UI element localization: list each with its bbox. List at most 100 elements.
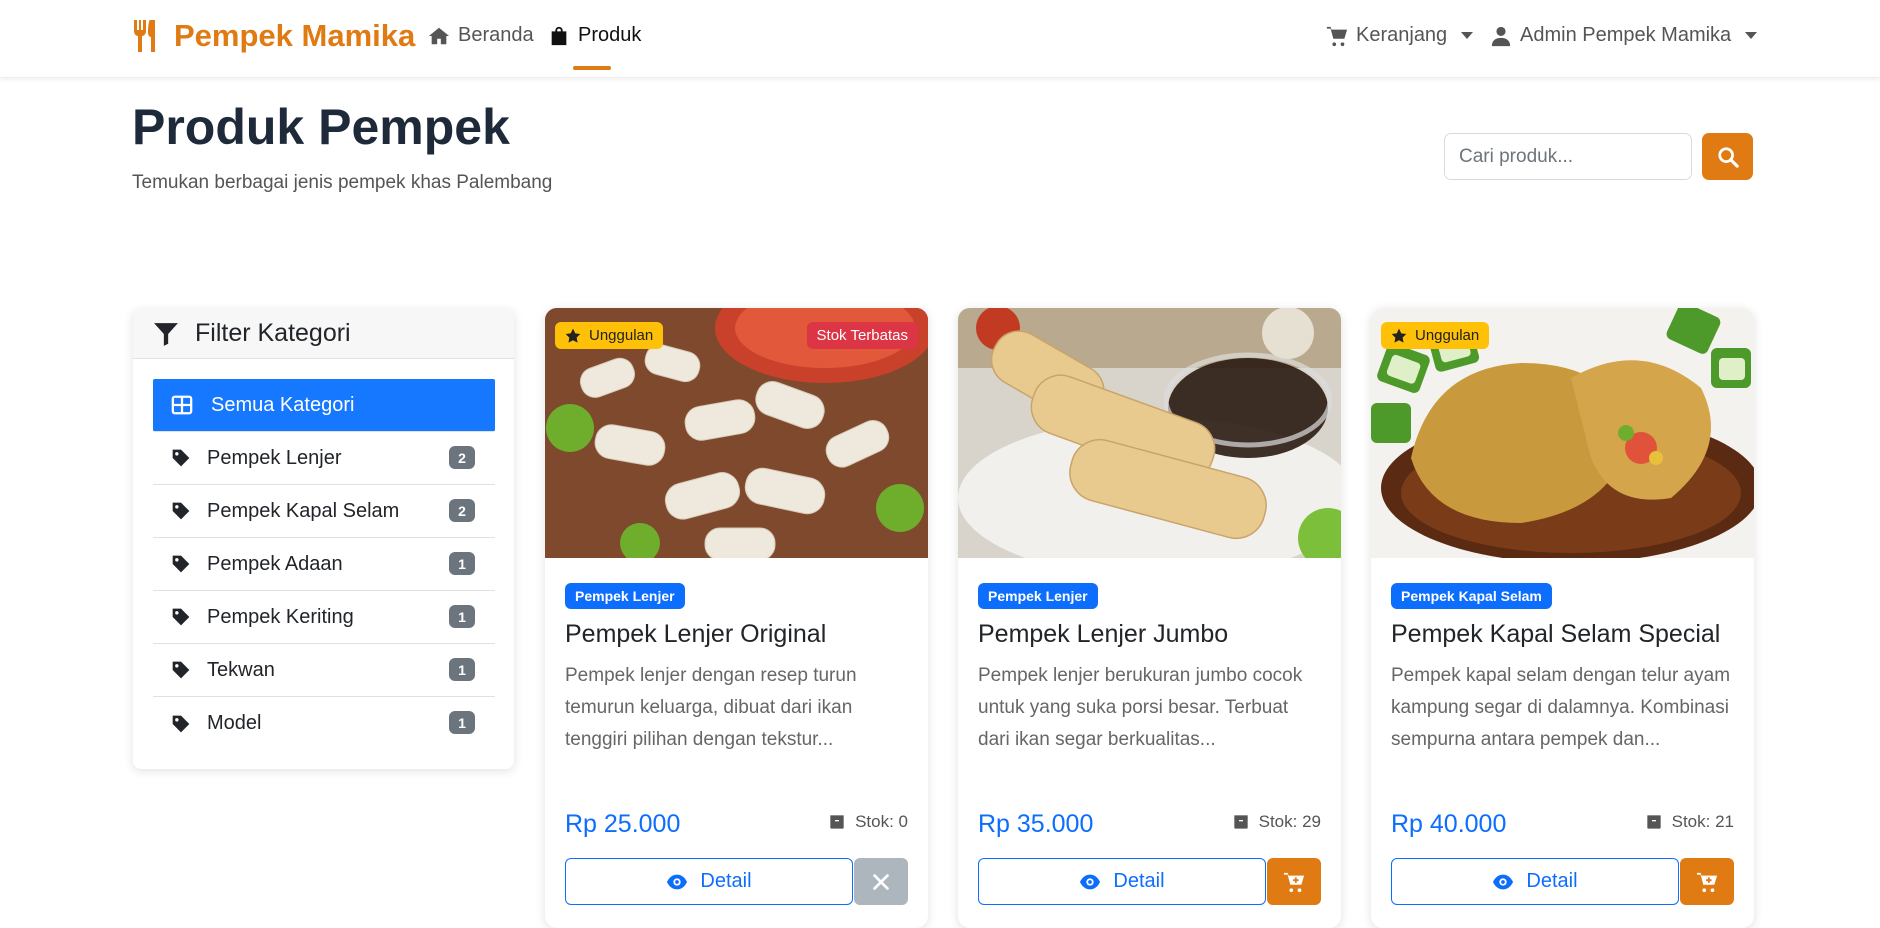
page-title: Produk Pempek (132, 99, 510, 155)
category-list: Semua Kategori Pempek Lenjer 2 Pempek Ka… (153, 379, 495, 750)
category-item-adaan[interactable]: Pempek Adaan 1 (153, 538, 495, 591)
featured-badge: Unggulan (555, 322, 664, 349)
category-badge: Pempek Lenjer (978, 583, 1098, 609)
category-count-badge: 1 (449, 552, 475, 575)
nav-home[interactable]: Beranda (428, 24, 534, 47)
star-icon (1391, 328, 1407, 343)
nav-produk[interactable]: Produk (548, 24, 641, 47)
cart-icon (1326, 26, 1348, 46)
unavailable-button[interactable] (854, 858, 908, 905)
filter-header: Filter Kategori (133, 309, 514, 359)
box-icon (1233, 815, 1248, 829)
grid-icon (171, 395, 193, 415)
active-nav-indicator (573, 66, 611, 70)
user-dropdown[interactable]: Admin Pempek Mamika (1490, 24, 1758, 47)
product-image[interactable] (958, 308, 1341, 558)
cart-dropdown[interactable]: Keranjang (1326, 24, 1474, 47)
detail-button[interactable]: Detail (565, 858, 853, 905)
stock-label: Stok: 21 (1671, 812, 1734, 831)
product-image[interactable]: Unggulan Stok Terbatas (545, 308, 928, 558)
product-description: Pempek lenjer dengan resep turun temurun… (565, 665, 857, 750)
search-button[interactable] (1702, 133, 1753, 180)
detail-button[interactable]: Detail (1391, 858, 1679, 905)
category-label: Pempek Keriting (207, 605, 354, 628)
product-name[interactable]: Pempek Lenjer Original (565, 620, 826, 649)
product-card: Unggulan Stok Terbatas Pempek Lenjer Pem… (545, 308, 928, 928)
chevron-down-icon (1461, 32, 1474, 39)
user-icon (1491, 26, 1511, 46)
product-price: Rp 35.000 (978, 810, 1094, 838)
category-label: Pempek Kapal Selam (207, 499, 400, 522)
detail-button[interactable]: Detail (978, 858, 1266, 905)
product-description: Pempek kapal selam dengan telur ayam kam… (1391, 665, 1731, 750)
filter-icon (154, 322, 178, 346)
category-count-badge: 1 (449, 658, 475, 681)
product-card: Pempek Lenjer Pempek Lenjer Jumbo Pempek… (958, 308, 1341, 928)
category-count-badge: 1 (449, 711, 475, 734)
category-count-badge: 1 (449, 605, 475, 628)
product-card: Unggulan Pempek Kapal Selam Pempek Kapal… (1371, 308, 1754, 928)
product-stock: Stok: 0 (829, 812, 908, 832)
star-icon (565, 328, 581, 343)
tag-icon (172, 608, 190, 626)
box-icon (830, 815, 844, 829)
search-input[interactable] (1444, 133, 1692, 180)
category-item-model[interactable]: Model 1 (153, 697, 495, 750)
low-stock-badge: Stok Terbatas (806, 322, 918, 349)
product-stock: Stok: 29 (1233, 812, 1321, 832)
category-label: Tekwan (207, 658, 275, 681)
category-item-kapal-selam[interactable]: Pempek Kapal Selam 2 (153, 485, 495, 538)
brand-name: Pempek Mamika (174, 18, 416, 53)
category-count-badge: 2 (449, 446, 475, 469)
product-image[interactable]: Unggulan (1371, 308, 1754, 558)
nav-home-label: Beranda (458, 24, 534, 46)
tag-icon (172, 555, 190, 573)
stock-label: Stok: 0 (855, 812, 908, 831)
home-icon (428, 27, 450, 44)
detail-label: Detail (1113, 870, 1165, 892)
eye-icon (1493, 874, 1514, 889)
filter-card: Filter Kategori Semua Kategori Pempek Le… (133, 309, 514, 769)
category-item-lenjer[interactable]: Pempek Lenjer 2 (153, 432, 495, 485)
category-label: Pempek Adaan (207, 552, 343, 575)
category-count-badge: 2 (449, 499, 475, 522)
detail-label: Detail (700, 870, 752, 892)
product-photo (958, 308, 1341, 558)
product-name[interactable]: Pempek Lenjer Jumbo (978, 620, 1228, 649)
search-icon (1717, 146, 1739, 168)
add-to-cart-button[interactable] (1680, 858, 1734, 905)
tag-icon (172, 449, 190, 467)
category-item-tekwan[interactable]: Tekwan 1 (153, 644, 495, 697)
page-subtitle: Temukan berbagai jenis pempek khas Palem… (132, 172, 553, 193)
cart-plus-icon (1283, 872, 1305, 892)
filter-title: Filter Kategori (195, 319, 351, 347)
cart-label: Keranjang (1356, 24, 1448, 46)
featured-label: Unggulan (1415, 327, 1480, 344)
product-price: Rp 25.000 (565, 810, 681, 838)
close-icon (873, 873, 889, 890)
tag-icon (172, 661, 190, 679)
category-badge: Pempek Kapal Selam (1391, 583, 1552, 609)
user-label: Admin Pempek Mamika (1520, 24, 1732, 46)
category-badge: Pempek Lenjer (565, 583, 685, 609)
product-description: Pempek lenjer berukuran jumbo cocok untu… (978, 665, 1303, 750)
category-label: Model (207, 712, 262, 734)
brand[interactable]: Pempek Mamika (132, 18, 415, 54)
chevron-down-icon (1745, 32, 1758, 39)
featured-label: Unggulan (589, 327, 654, 344)
nav-produk-label: Produk (578, 24, 642, 46)
product-price: Rp 40.000 (1391, 810, 1507, 838)
eye-icon (667, 874, 688, 889)
utensils-icon (134, 20, 155, 52)
category-item-semua[interactable]: Semua Kategori (153, 379, 495, 432)
category-label: Pempek Lenjer (207, 446, 342, 469)
category-label: Semua Kategori (211, 393, 355, 416)
cart-plus-icon (1696, 872, 1718, 892)
navbar: Pempek Mamika Beranda Produk Keranjang A… (0, 0, 1880, 78)
product-name[interactable]: Pempek Kapal Selam Special (1391, 620, 1720, 649)
category-item-keriting[interactable]: Pempek Keriting 1 (153, 591, 495, 644)
product-stock: Stok: 21 (1646, 812, 1734, 832)
detail-label: Detail (1526, 870, 1578, 892)
add-to-cart-button[interactable] (1267, 858, 1321, 905)
shopping-bag-icon (551, 26, 567, 45)
